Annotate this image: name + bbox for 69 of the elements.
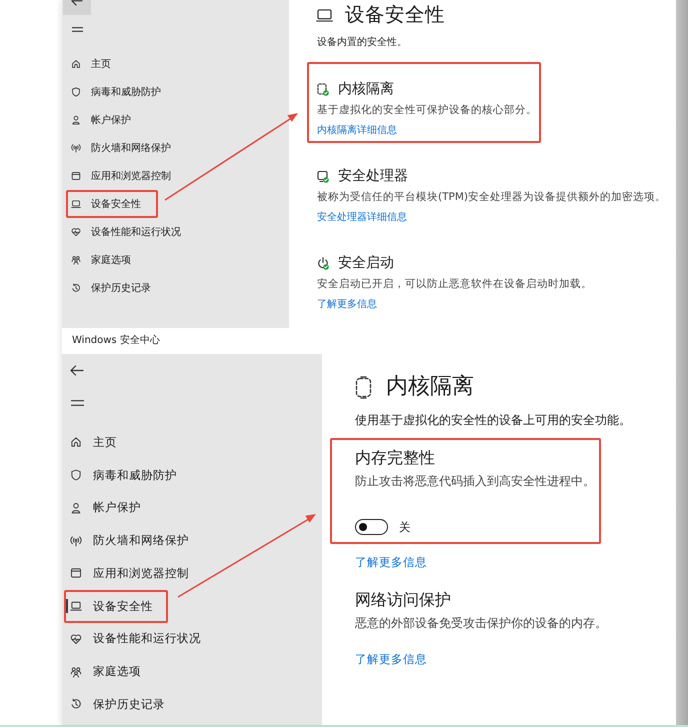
history-icon: [70, 698, 82, 710]
home-icon: [71, 59, 81, 69]
dashed-chip-icon: [355, 376, 372, 398]
section-title: 内存完整性: [355, 448, 435, 468]
person-icon: [70, 502, 82, 514]
nav-item[interactable]: 应用和浏览器控制: [66, 162, 188, 190]
window-title: Windows 安全中心: [72, 334, 160, 348]
nav-item[interactable]: 应用和浏览器控制: [64, 557, 204, 590]
power-check-icon: [317, 256, 329, 270]
nav-item[interactable]: 家庭选项: [66, 246, 148, 274]
shield-icon: [71, 87, 81, 97]
family-icon: [71, 255, 81, 265]
details-link[interactable]: 了解更多信息: [317, 295, 377, 315]
antenna-icon: [70, 534, 82, 547]
section-description: 被称为受信任的平台模块(TPM)安全处理器为设备提供额外的加密选项。: [317, 190, 666, 205]
page-title: 内核隔离: [386, 373, 474, 401]
family-icon: [70, 666, 82, 678]
nav-item[interactable]: 设备性能和运行状况: [64, 622, 216, 656]
toggle-state-label: 关: [399, 519, 411, 535]
nav-item[interactable]: 设备安全性: [64, 590, 168, 622]
details-link[interactable]: 了解更多信息: [355, 650, 427, 668]
nav-item[interactable]: 家庭选项: [64, 655, 156, 688]
laptop-icon: [316, 8, 333, 22]
chip-check-icon: [317, 82, 329, 96]
nav-item[interactable]: 主页: [64, 426, 132, 459]
heart-pulse-icon: [70, 632, 82, 645]
nav-item[interactable]: 病毒和威胁防护: [66, 78, 178, 106]
person-icon: [71, 115, 81, 125]
processor-check-icon: [317, 170, 329, 182]
details-link[interactable]: 内核隔离详细信息: [317, 121, 397, 141]
nav-item[interactable]: 防火墙和网络保护: [64, 524, 204, 557]
nav-item[interactable]: 病毒和威胁防护: [64, 458, 192, 492]
details-link[interactable]: 安全处理器详细信息: [317, 208, 407, 228]
section-title: 安全启动: [338, 254, 394, 273]
section-description: 防止攻击将恶意代码插入到高安全性进程中。: [355, 473, 595, 490]
history-icon: [71, 283, 81, 293]
nav-item[interactable]: 主页: [66, 50, 128, 78]
menu-icon: [70, 400, 84, 406]
page-title: 设备安全性: [345, 3, 445, 27]
back-button[interactable]: [63, 0, 91, 15]
nav-item[interactable]: 帐户保护: [66, 106, 148, 134]
page-description: 使用基于虚拟化的安全性的设备上可用的安全功能。: [355, 412, 631, 429]
nav-item[interactable]: 防火墙和网络保护: [66, 134, 188, 162]
nav-item[interactable]: 设备安全性: [66, 190, 158, 218]
section-description: 基于虚拟化的安全性可保护设备的核心部分。: [317, 103, 537, 118]
nav-item[interactable]: 帐户保护: [64, 492, 156, 524]
menu-icon: [72, 26, 82, 32]
home-icon: [70, 436, 82, 448]
antenna-icon: [71, 143, 81, 153]
details-link[interactable]: 了解更多信息: [355, 553, 427, 571]
section-title: 安全处理器: [338, 167, 408, 186]
shield-icon: [70, 469, 82, 482]
laptop-icon: [70, 600, 82, 612]
window-icon: [71, 171, 81, 181]
heart-pulse-icon: [71, 227, 81, 237]
back-arrow-icon: [70, 364, 84, 376]
back-arrow-icon: [71, 0, 83, 6]
nav-item[interactable]: 保护历史记录: [64, 688, 180, 721]
section-title: 内核隔离: [338, 80, 394, 99]
nav-item[interactable]: 保护历史记录: [66, 274, 168, 302]
toggle-switch[interactable]: [355, 519, 388, 535]
selection-indicator: [66, 599, 68, 614]
page-description: 设备内置的安全性。: [317, 36, 407, 50]
nav-item[interactable]: 设备性能和运行状况: [66, 218, 198, 246]
section-description: 恶意的外部设备免受攻击保护你的设备的内存。: [355, 615, 607, 632]
window-icon: [70, 567, 82, 580]
section-description: 安全启动已开启，可以防止恶意软件在设备启动时加载。: [317, 277, 592, 292]
laptop-icon: [71, 199, 81, 209]
section-title: 网络访问保护: [355, 590, 451, 610]
